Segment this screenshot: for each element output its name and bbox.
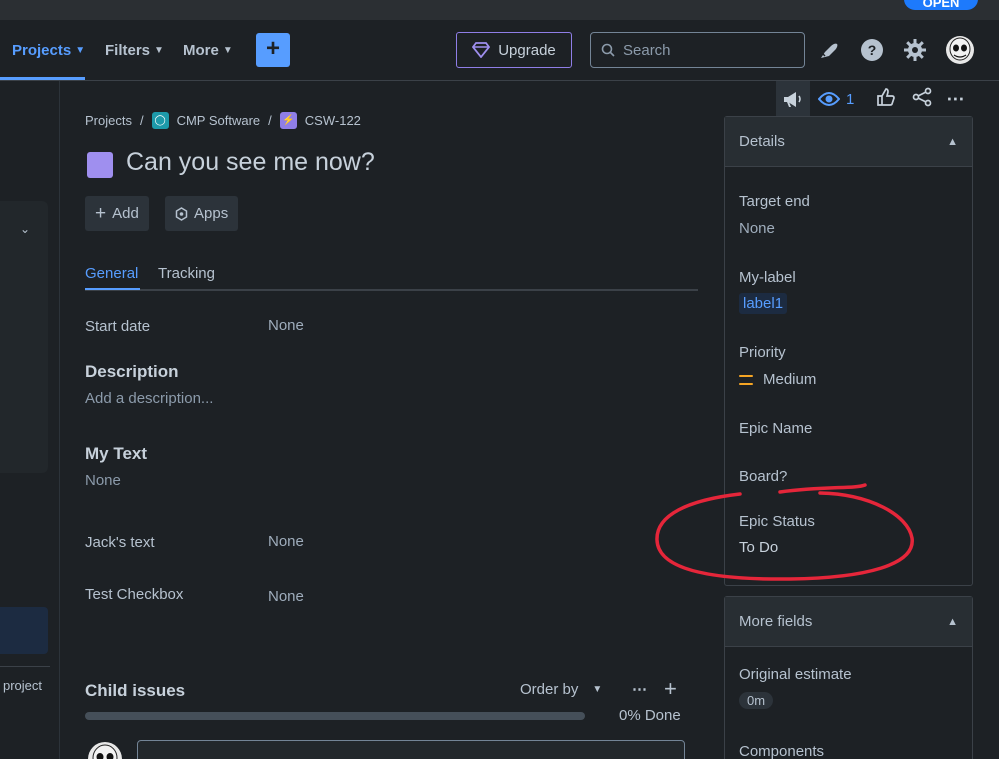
original-estimate-label: Original estimate xyxy=(739,666,852,683)
order-by-label: Order by xyxy=(520,681,579,698)
apps-button[interactable]: Apps xyxy=(165,196,239,231)
search-box[interactable] xyxy=(590,32,805,68)
watch-count: 1 xyxy=(846,90,855,108)
test-checkbox-label: Test Checkbox xyxy=(85,586,184,603)
my-label-label: My-label xyxy=(739,269,796,286)
upgrade-button[interactable]: Upgrade xyxy=(456,32,572,68)
thumbs-up-icon[interactable] xyxy=(876,87,896,112)
diamond-icon xyxy=(472,42,491,58)
add-child-icon[interactable]: + xyxy=(664,676,677,702)
settings-gear-icon[interactable] xyxy=(902,37,928,63)
description-field[interactable]: Add a description... xyxy=(85,390,213,407)
add-button[interactable]: + Add xyxy=(85,196,149,231)
jacks-text-label: Jack's text xyxy=(85,534,155,551)
search-input[interactable] xyxy=(623,41,783,59)
add-button-label: Add xyxy=(112,205,139,222)
red-circle-annotation xyxy=(655,483,914,581)
breadcrumb: Projects / ◯ CMP Software / ⚡ CSW-122 xyxy=(85,112,361,129)
search-icon xyxy=(601,43,615,57)
components-label: Components xyxy=(739,743,825,759)
label-lozenge[interactable]: label1 xyxy=(739,293,788,314)
chevron-down-icon: ▼ xyxy=(222,44,233,56)
nav-filters-label: Filters xyxy=(105,41,151,59)
plus-icon: + xyxy=(95,202,107,224)
more-options-icon[interactable]: ⋯ xyxy=(632,680,647,698)
issue-tabs: General Tracking xyxy=(85,264,698,291)
start-date-label: Start date xyxy=(85,318,151,335)
project-icon: ◯ xyxy=(151,112,169,129)
chevron-up-icon: ▲ xyxy=(947,615,958,628)
megaphone-icon[interactable] xyxy=(776,81,810,117)
epic-name-label: Epic Name xyxy=(739,420,813,437)
chevron-up-icon: ▲ xyxy=(947,135,958,148)
original-estimate-value[interactable]: 0m xyxy=(739,692,774,709)
priority-label: Priority xyxy=(739,344,786,361)
chevron-down-icon: ▼ xyxy=(154,44,164,56)
breadcrumb-separator: / xyxy=(139,113,144,128)
chevron-down-icon: ▼ xyxy=(75,44,86,56)
nav-more[interactable]: More ▼ xyxy=(183,20,233,80)
sidebar-selected-item[interactable] xyxy=(0,607,48,654)
more-fields-header[interactable]: More fields ▲ xyxy=(725,597,972,647)
description-heading: Description xyxy=(85,362,179,381)
epic-lightning-icon: ⚡ xyxy=(279,112,297,129)
create-child-input[interactable] xyxy=(137,740,685,759)
share-icon[interactable] xyxy=(912,87,932,112)
notifications-icon[interactable] xyxy=(816,37,842,63)
create-button[interactable]: + xyxy=(256,33,290,67)
issue-title[interactable]: Can you see me now? xyxy=(126,148,375,177)
my-text-heading: My Text xyxy=(85,444,148,463)
breadcrumb-issue-key[interactable]: CSW-122 xyxy=(305,113,361,128)
user-avatar[interactable] xyxy=(946,36,974,64)
test-checkbox-value[interactable]: None xyxy=(268,588,304,605)
child-issues-heading: Child issues xyxy=(85,681,186,700)
issue-actions: 1 ⋯ xyxy=(776,81,964,117)
upgrade-label: Upgrade xyxy=(498,41,556,59)
chevron-down-icon[interactable]: ⌄ xyxy=(20,222,30,236)
nav-active-indicator xyxy=(0,77,85,80)
tab-active-indicator xyxy=(85,288,140,290)
target-end-label: Target end xyxy=(739,193,810,210)
sidebar-divider xyxy=(0,666,50,667)
more-actions-icon[interactable]: ⋯ xyxy=(946,89,964,110)
nav-projects-label: Projects xyxy=(12,41,72,59)
svg-text:?: ? xyxy=(868,42,877,58)
details-title: Details xyxy=(739,133,785,150)
priority-value[interactable]: Medium xyxy=(739,371,816,388)
chevron-down-icon: ▼ xyxy=(592,684,603,695)
top-strip xyxy=(0,0,999,20)
watch-button[interactable]: 1 xyxy=(818,91,854,108)
nav-filters[interactable]: Filters ▼ xyxy=(105,20,164,80)
tab-general[interactable]: General xyxy=(85,265,138,282)
issue-type-icon[interactable] xyxy=(87,152,113,178)
breadcrumb-separator: / xyxy=(268,113,272,128)
breadcrumb-project[interactable]: CMP Software xyxy=(177,113,261,128)
target-end-value[interactable]: None xyxy=(739,220,775,237)
open-pill-button[interactable]: OPEN xyxy=(904,0,978,10)
breadcrumb-projects[interactable]: Projects xyxy=(85,113,132,128)
priority-text: Medium xyxy=(763,371,817,388)
apps-hexagon-icon xyxy=(175,206,188,221)
eye-icon xyxy=(818,92,840,106)
more-fields-panel: More fields ▲ Original estimate 0m Compo… xyxy=(724,596,973,759)
nav-more-label: More xyxy=(183,41,219,59)
details-panel-header[interactable]: Details ▲ xyxy=(725,117,972,167)
my-text-value[interactable]: None xyxy=(85,472,121,489)
priority-medium-icon xyxy=(739,374,753,385)
jacks-text-value[interactable]: None xyxy=(268,533,304,550)
nav-projects[interactable]: Projects ▼ xyxy=(12,20,85,80)
apps-button-label: Apps xyxy=(194,205,229,222)
tab-tracking[interactable]: Tracking xyxy=(158,265,215,282)
start-date-value[interactable]: None xyxy=(268,317,304,334)
order-by-dropdown[interactable]: Order by ▼ xyxy=(520,681,602,698)
help-icon[interactable]: ? xyxy=(859,37,885,63)
sidebar-project-text[interactable]: project xyxy=(3,678,42,693)
sidebar-project-card[interactable] xyxy=(0,201,48,473)
top-navigation: Projects ▼ Filters ▼ More ▼ + Upgrade ? xyxy=(0,20,999,81)
child-progress-bar xyxy=(85,712,585,720)
progress-done-text: 0% Done xyxy=(619,707,681,724)
user-avatar xyxy=(88,742,122,759)
more-fields-title: More fields xyxy=(739,613,813,630)
